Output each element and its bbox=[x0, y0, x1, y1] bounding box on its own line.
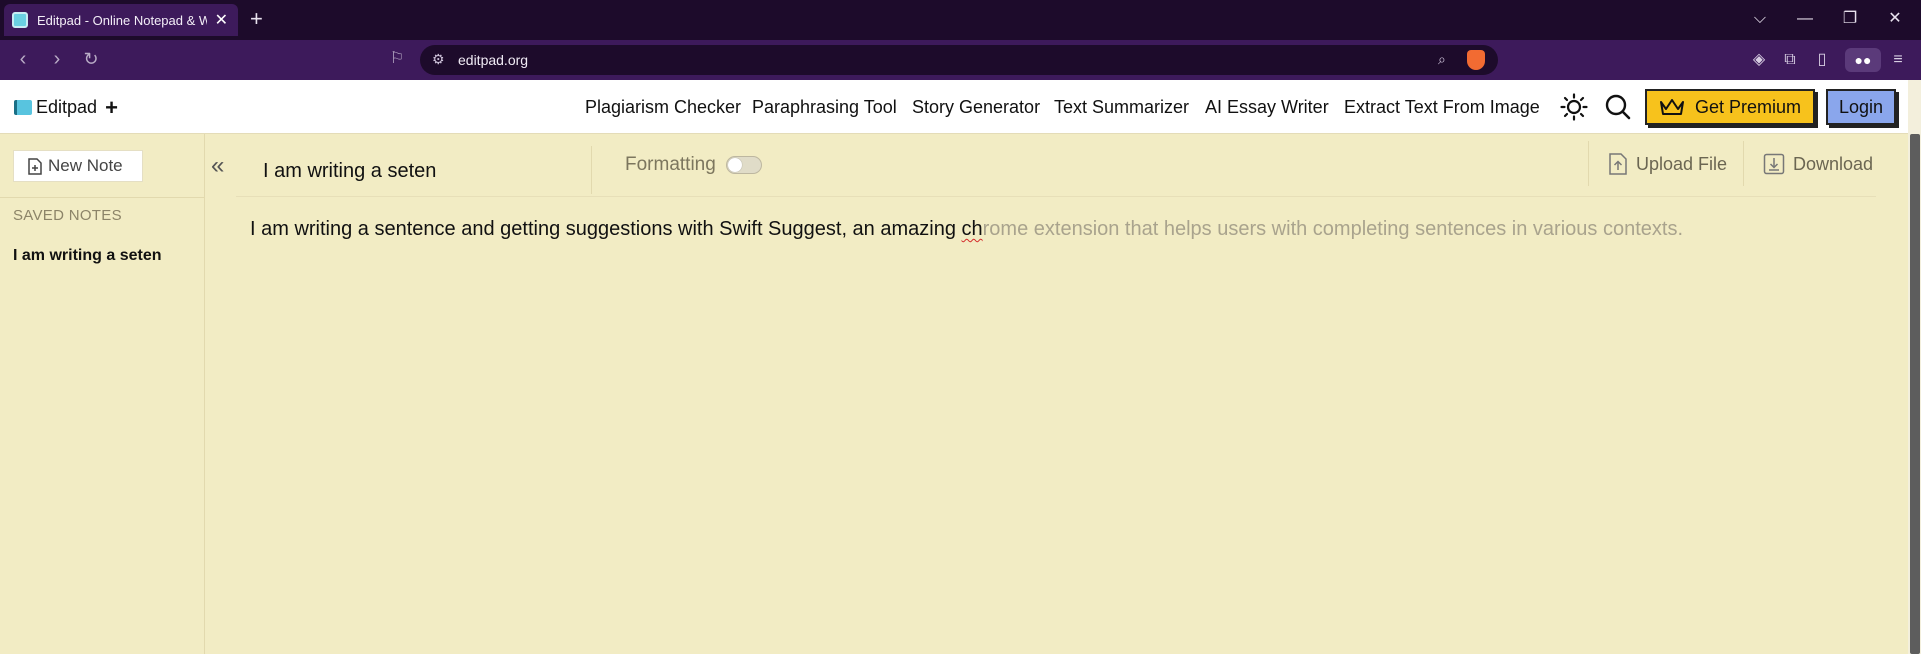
reload-icon[interactable]: ↻ bbox=[80, 48, 102, 70]
nav-plagiarism-checker[interactable]: Plagiarism Checker bbox=[585, 97, 741, 118]
nav-extract-text-from-image[interactable]: Extract Text From Image bbox=[1344, 97, 1540, 118]
browser-tab[interactable]: Editpad - Online Notepad & Wo ✕ bbox=[4, 4, 238, 36]
browser-tab-strip: Editpad - Online Notepad & Wo ✕ + ⌵ — ❐ … bbox=[0, 0, 1921, 40]
get-premium-button[interactable]: Get Premium bbox=[1645, 89, 1815, 125]
vpn-icon[interactable]: ◈ bbox=[1749, 50, 1769, 70]
saved-notes-heading: SAVED NOTES bbox=[13, 207, 122, 224]
editor-content[interactable]: I am writing a sentence and getting sugg… bbox=[250, 218, 1683, 241]
formatting-toggle-group: Formatting bbox=[625, 154, 762, 176]
new-note-label: New Note bbox=[48, 156, 123, 175]
sidebar-divider bbox=[0, 197, 205, 198]
browser-toolbar: ‹ › ↻ ⚐ ⚙ editpad.org ⌕ ◈ ⧉ ▯ ●● ≡ bbox=[0, 40, 1921, 80]
address-url: editpad.org bbox=[458, 52, 529, 68]
logo-plus: + bbox=[105, 94, 118, 120]
new-note-button[interactable]: New Note bbox=[13, 150, 143, 182]
forward-icon[interactable]: › bbox=[46, 48, 68, 70]
crown-icon bbox=[1660, 99, 1684, 115]
collapse-sidebar-icon[interactable]: « bbox=[211, 154, 224, 178]
address-bar[interactable]: ⚙ editpad.org ⌕ bbox=[420, 45, 1498, 75]
site-logo[interactable]: Editpad + bbox=[14, 94, 118, 120]
extension-glasses-icon[interactable]: ●● bbox=[1845, 48, 1881, 72]
nav-story-generator[interactable]: Story Generator bbox=[912, 97, 1040, 118]
tab-close-icon[interactable]: ✕ bbox=[215, 10, 228, 30]
close-window-button[interactable]: ✕ bbox=[1881, 8, 1909, 30]
login-button[interactable]: Login bbox=[1826, 89, 1896, 125]
logo-text: Editpad bbox=[36, 97, 98, 117]
extensions-icon[interactable]: ⧉ bbox=[1780, 50, 1800, 70]
restore-button[interactable]: ❐ bbox=[1836, 8, 1864, 30]
tab-title: Editpad - Online Notepad & Wo bbox=[37, 12, 207, 28]
download-label: Download bbox=[1793, 153, 1874, 174]
formatting-toggle[interactable] bbox=[725, 156, 762, 174]
site-settings-icon[interactable]: ⚙ bbox=[432, 51, 445, 68]
typed-text: I am writing a sentence and getting sugg… bbox=[250, 218, 962, 240]
editpad-favicon-icon bbox=[12, 12, 28, 28]
get-premium-label: Get Premium bbox=[1695, 96, 1802, 117]
formatting-label: Formatting bbox=[625, 154, 716, 175]
search-icon[interactable] bbox=[1604, 93, 1632, 121]
zoom-icon[interactable]: ⌕ bbox=[1438, 51, 1446, 68]
new-tab-button[interactable]: + bbox=[250, 7, 263, 31]
browser-menu-icon[interactable]: ≡ bbox=[1888, 50, 1908, 70]
editor-divider bbox=[236, 196, 1876, 197]
saved-note-item[interactable]: I am writing a seten bbox=[13, 247, 161, 265]
back-icon[interactable]: ‹ bbox=[12, 48, 34, 70]
sun-icon[interactable] bbox=[1560, 93, 1588, 121]
minimize-button[interactable]: — bbox=[1791, 8, 1819, 30]
tab-search-chevron-icon[interactable]: ⌵ bbox=[1746, 8, 1774, 30]
book-icon bbox=[14, 100, 32, 115]
upload-file-label: Upload File bbox=[1636, 153, 1728, 174]
upload-file-button[interactable]: Upload File bbox=[1608, 153, 1727, 175]
sidebar-toggle-icon[interactable]: ▯ bbox=[1812, 50, 1832, 70]
bookmark-icon[interactable]: ⚐ bbox=[386, 48, 408, 70]
notes-sidebar: New Note SAVED NOTES I am writing a sete… bbox=[0, 134, 205, 654]
note-title-input[interactable]: I am writing a seten bbox=[236, 146, 592, 194]
file-plus-icon bbox=[28, 157, 42, 175]
toggle-knob bbox=[727, 158, 742, 172]
nav-paraphrasing-tool[interactable]: Paraphrasing Tool bbox=[752, 97, 897, 118]
divider bbox=[1588, 141, 1589, 186]
nav-text-summarizer[interactable]: Text Summarizer bbox=[1054, 97, 1189, 118]
scrollbar-thumb[interactable] bbox=[1910, 134, 1920, 654]
site-header: Editpad + Plagiarism Checker Paraphrasin… bbox=[0, 80, 1908, 134]
autocomplete-suggestion[interactable]: rome extension that helps users with com… bbox=[983, 218, 1683, 240]
download-button[interactable]: Download bbox=[1763, 153, 1873, 175]
brave-shields-icon[interactable] bbox=[1467, 50, 1485, 70]
misspelled-word: ch bbox=[961, 218, 983, 240]
divider bbox=[1743, 141, 1744, 186]
nav-ai-essay-writer[interactable]: AI Essay Writer bbox=[1205, 97, 1329, 118]
file-upload-icon bbox=[1609, 153, 1627, 175]
file-download-icon bbox=[1763, 153, 1785, 175]
